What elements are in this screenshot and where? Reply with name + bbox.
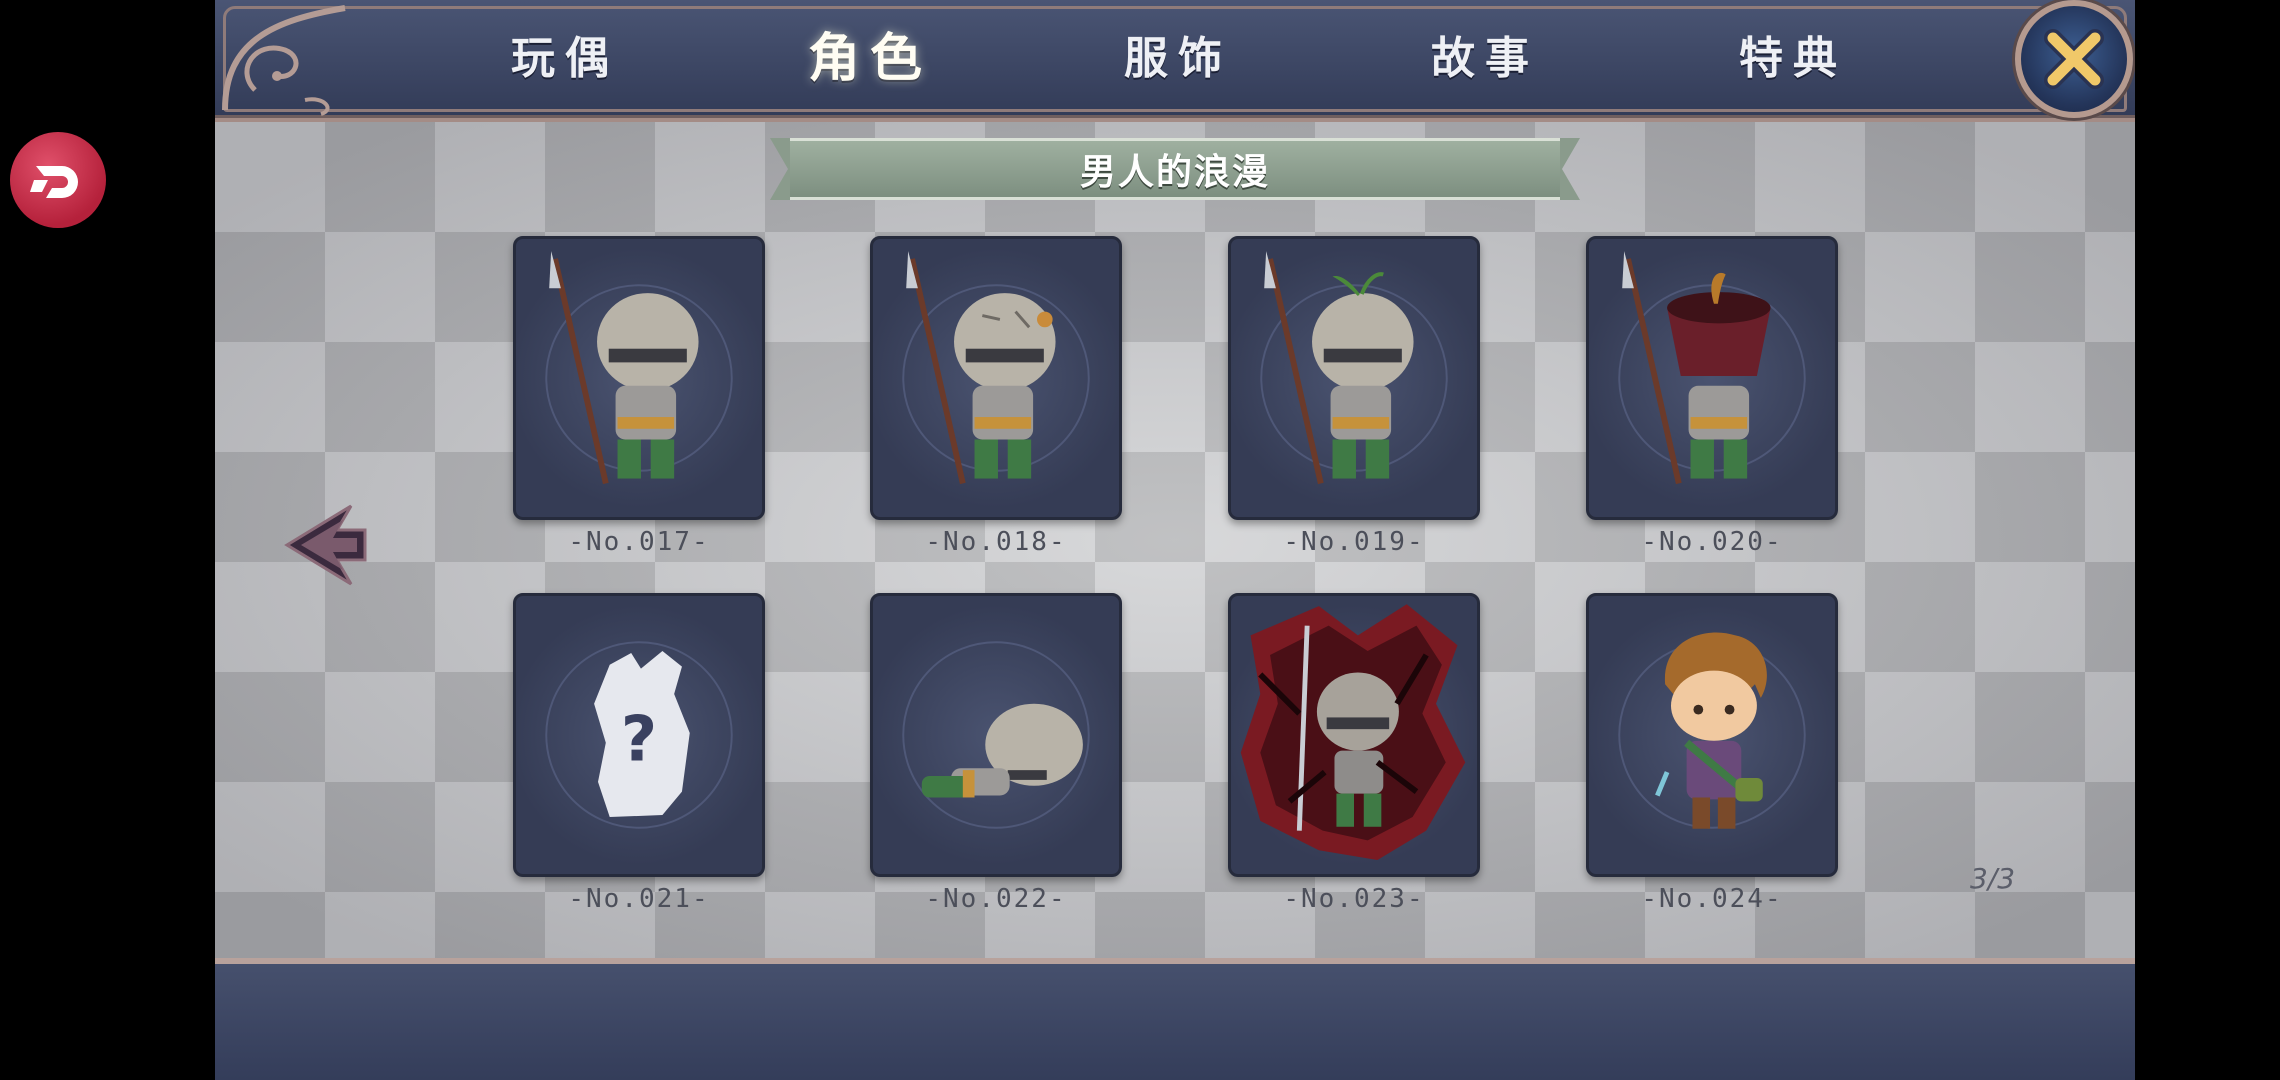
character-card-019[interactable] xyxy=(1228,236,1480,520)
section-ribbon: 男人的浪漫 xyxy=(770,138,1580,200)
tab-stories[interactable]: 故事 xyxy=(1400,24,1570,94)
character-card-017[interactable] xyxy=(513,236,765,520)
tab-outfits[interactable]: 服饰 xyxy=(1093,24,1263,94)
character-card-023[interactable] xyxy=(1228,593,1480,877)
screen: 玩偶 角色 服饰 故事 特典 男人的浪漫 -No.017- -No.018- -… xyxy=(0,0,2280,1080)
knight-spear-patched-helmet-icon xyxy=(902,251,1090,485)
card-label-018: -No.018- xyxy=(925,527,1067,557)
tab-bar: 玩偶 角色 服饰 故事 特典 xyxy=(215,0,2135,122)
overlay-shortcut-button[interactable] xyxy=(10,132,106,228)
card-label-017: -No.017- xyxy=(568,527,710,557)
knight-spear-sprout-icon xyxy=(1260,251,1448,485)
knight-spear-icon xyxy=(545,251,733,485)
arrow-left-icon xyxy=(284,504,367,586)
page-indicator: 3/3 xyxy=(1970,862,2016,895)
previous-page-button[interactable] xyxy=(281,500,371,590)
card-label-019: -No.019- xyxy=(1283,527,1425,557)
overlay-logo-icon xyxy=(30,166,78,198)
character-card-020[interactable] xyxy=(1586,236,1838,520)
collection-grid-area: 男人的浪漫 -No.017- -No.018- -No.019- -No.020… xyxy=(215,122,2135,958)
ribbon-body: 男人的浪漫 xyxy=(790,138,1560,200)
card-label-023: -No.023- xyxy=(1283,884,1425,914)
close-icon xyxy=(2044,29,2104,89)
corner-ornament-icon xyxy=(222,5,346,116)
tab-characters[interactable]: 角色 xyxy=(785,24,955,94)
card-label-021: -No.021- xyxy=(568,884,710,914)
knight-fallen-icon xyxy=(902,641,1090,829)
section-title: 男人的浪漫 xyxy=(1079,152,1270,193)
knight-shattered-red-icon xyxy=(1240,604,1466,860)
tab-extras[interactable]: 特典 xyxy=(1708,24,1878,94)
character-card-021[interactable]: ? xyxy=(513,593,765,877)
knight-pot-head-icon xyxy=(1618,251,1806,485)
collection-panel: 玩偶 角色 服饰 故事 特典 男人的浪漫 -No.017- -No.018- -… xyxy=(215,0,2135,1080)
card-label-020: -No.020- xyxy=(1641,527,1783,557)
bottom-bar xyxy=(215,958,2135,1080)
character-card-024[interactable] xyxy=(1586,593,1838,877)
brown-haired-boy-icon xyxy=(1618,632,1806,829)
locked-mystery-icon: ? xyxy=(545,641,733,829)
character-card-018[interactable] xyxy=(870,236,1122,520)
svg-text:?: ? xyxy=(621,702,657,775)
character-card-022[interactable] xyxy=(870,593,1122,877)
tab-dolls[interactable]: 玩偶 xyxy=(480,24,650,94)
card-label-022: -No.022- xyxy=(925,884,1067,914)
card-label-024: -No.024- xyxy=(1641,884,1783,914)
close-button[interactable] xyxy=(2015,0,2133,118)
